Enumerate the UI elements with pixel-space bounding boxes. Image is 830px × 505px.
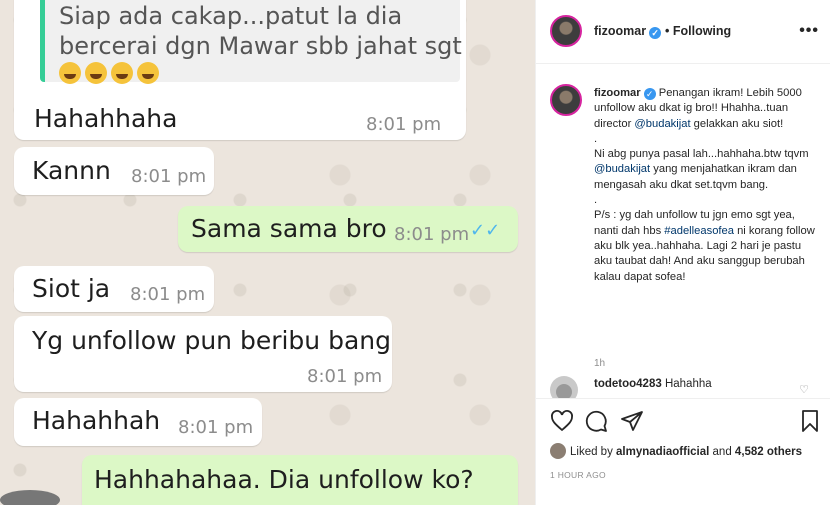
- message-bubble: Yg unfollow pun beribu bang 8:01 pm: [14, 316, 392, 392]
- instagram-post-panel: fizoomar ✓ • Following ••• fizoomar ✓ Pena…: [535, 0, 830, 505]
- message-text: Hahhahahaa. Dia unfollow ko?: [94, 465, 474, 494]
- comment: todetoo4283 Hahahha: [594, 378, 712, 390]
- message-time: 8:01 pm: [178, 417, 254, 438]
- message-bubble-sent: Hahhahahaa. Dia unfollow ko?: [82, 455, 518, 505]
- partial-avatar: [0, 490, 60, 505]
- caption-text: Ni abg punya pasal lah...hahhaha.btw tqv…: [594, 148, 809, 161]
- heart-icon[interactable]: [550, 409, 574, 433]
- liker-avatar[interactable]: [550, 443, 566, 459]
- caption-username[interactable]: fizoomar: [594, 87, 641, 99]
- laughing-emoji-icon: [85, 62, 107, 84]
- message-text: Kannn: [32, 156, 111, 185]
- liker-username[interactable]: almynadiaofficial: [616, 446, 709, 458]
- comment-icon[interactable]: [584, 409, 608, 433]
- message-text: Sama sama bro: [191, 214, 387, 243]
- laughing-emoji-icon: [59, 62, 81, 84]
- post-time-ago[interactable]: 1 HOUR AGO: [550, 470, 606, 480]
- caption-dot: .: [594, 194, 598, 207]
- message-bubble-sent: Sama sama bro 8:01 pm ✓✓: [178, 206, 518, 252]
- comment-text: Hahahha: [664, 378, 712, 390]
- following-button[interactable]: • Following: [665, 24, 731, 38]
- hashtag-link[interactable]: #adelleasofea: [664, 225, 734, 237]
- quoted-message: Siap ada cakap...patut la dia bercerai d…: [40, 0, 462, 84]
- read-ticks-icon: ✓✓: [470, 220, 501, 241]
- message-time: 8:01 pm: [366, 114, 442, 135]
- message-bubble: Kannn 8:01 pm: [14, 147, 214, 195]
- caption-age: 1h: [594, 358, 606, 369]
- avatar[interactable]: [550, 15, 582, 47]
- post-header: fizoomar ✓ • Following •••: [536, 0, 830, 64]
- message-bubble: Hahahhah 8:01 pm: [14, 398, 262, 446]
- likes-middle: and: [709, 446, 735, 458]
- laughing-emoji-row: [59, 58, 163, 86]
- likes-count[interactable]: 4,582 others: [735, 446, 802, 458]
- quoted-line-1: Siap ada cakap...patut la dia: [59, 2, 403, 30]
- verified-badge-icon: ✓: [649, 27, 662, 39]
- likes-prefix: Liked by: [570, 446, 617, 458]
- message-text: Yg unfollow pun beribu bang: [32, 326, 391, 355]
- verified-badge-icon: ✓: [643, 88, 656, 100]
- laughing-emoji-icon: [137, 62, 159, 84]
- message-time: 8:01 pm: [394, 224, 470, 245]
- caption-avatar[interactable]: [550, 84, 582, 116]
- comment-like-heart-icon[interactable]: ♡: [799, 383, 809, 396]
- caption-paragraph-3: P/s : yg dah unfollow tu jgn emo sgt yea…: [594, 208, 822, 284]
- chat-screenshot: Siap ada cakap...patut la dia bercerai d…: [0, 0, 535, 505]
- header-username-text[interactable]: fizoomar: [594, 24, 646, 38]
- message-text: Hahahhah: [32, 406, 161, 435]
- more-options-icon[interactable]: •••: [799, 22, 819, 40]
- message-time: 8:01 pm: [131, 166, 207, 187]
- quoted-line-2: bercerai dgn Mawar sbb jahat sgt: [59, 32, 462, 60]
- caption-paragraph-1: fizoomar ✓ Penangan ikram! Lebih 5000 unf…: [594, 86, 822, 132]
- share-icon[interactable]: [620, 409, 644, 433]
- comment-username[interactable]: todetoo4283: [594, 378, 662, 390]
- post-actions: Liked by almynadiaofficial and 4,582 oth…: [536, 398, 830, 499]
- message-time: 8:01 pm: [130, 284, 206, 305]
- quoted-message-bubble: Siap ada cakap...patut la dia bercerai d…: [14, 0, 466, 140]
- post-caption: fizoomar ✓ Penangan ikram! Lebih 5000 unf…: [594, 86, 822, 285]
- message-text: Hahahhaha: [34, 104, 178, 133]
- likes-summary: Liked by almynadiaofficial and 4,582 oth…: [550, 443, 802, 459]
- mention-link[interactable]: @budakijat: [594, 163, 650, 175]
- caption-dot: .: [594, 132, 598, 145]
- caption-text: gelakkan aku siot!: [690, 117, 784, 130]
- laughing-emoji-icon: [111, 62, 133, 84]
- bookmark-icon[interactable]: [798, 409, 822, 433]
- message-text: Siot ja: [32, 274, 111, 303]
- header-username[interactable]: fizoomar ✓: [594, 24, 662, 39]
- message-time: 8:01 pm: [307, 366, 383, 387]
- message-bubble: Siot ja 8:01 pm: [14, 266, 214, 312]
- caption-paragraph-2: Ni abg punya pasal lah...hahhaha.btw tqv…: [594, 147, 822, 193]
- mention-link[interactable]: @budakijat: [634, 118, 690, 130]
